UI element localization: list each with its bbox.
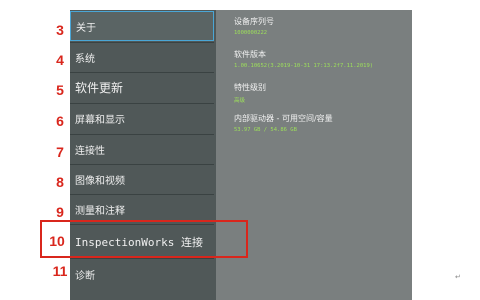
callout-3: 3 [56,22,64,38]
menu-item-label: 软件更新 [75,81,124,95]
about-details-panel: 设备序列号 1000000222 软件版本 1.00.10652(3.2019-… [216,10,412,300]
paragraph-mark: ↵ [455,273,461,281]
internal-drive-value: 53.97 GB / 54.86 GB [234,127,297,133]
menu-item-diagnostics[interactable]: 诊断 [70,258,214,290]
settings-menu: 关于 系统 软件更新 屏幕和显示 连接性 图像和视频 测量和注释 Inspect… [70,10,216,300]
menu-item-about[interactable]: 关于 [70,11,214,41]
menu-item-screen-display[interactable]: 屏幕和显示 [70,103,214,133]
menu-item-system[interactable]: 系统 [70,42,214,72]
callout-4: 4 [56,52,64,68]
feature-level-label: 特性级别 [234,83,266,92]
menu-item-label: 连接性 [75,146,105,157]
callout-11: 11 [52,263,68,279]
menu-item-label: 诊断 [75,271,95,282]
menu-item-label: InspectionWorks 连接 [75,235,203,249]
callout-7: 7 [56,144,64,160]
menu-item-connectivity[interactable]: 连接性 [70,134,214,164]
menu-item-label: 关于 [76,22,96,34]
software-version-value: 1.00.10652(3.2019-10-31 17:13.2f7.11.201… [234,63,374,69]
menu-item-measure-annotate[interactable]: 测量和注释 [70,194,214,224]
callout-10: 10 [49,233,65,249]
menu-item-inspectionworks-connect[interactable]: InspectionWorks 连接 [70,224,214,258]
callout-5: 5 [56,82,64,98]
internal-drive-label: 内部驱动器 - 可用空间/容量 [234,114,333,123]
menu-item-label: 测量和注释 [75,206,125,217]
callout-6: 6 [56,113,64,129]
callout-8: 8 [56,174,64,190]
serial-number-label: 设备序列号 [234,17,274,26]
menu-item-label: 系统 [75,54,95,65]
serial-number-value: 1000000222 [234,30,268,36]
menu-item-label: 屏幕和显示 [75,115,125,126]
menu-item-software-update[interactable]: 软件更新 [70,72,214,102]
callout-9: 9 [56,204,64,220]
menu-item-label: 图像和视频 [75,176,125,187]
feature-level-value: 高级 [234,98,246,104]
software-version-label: 软件版本 [234,50,266,59]
menu-item-image-video[interactable]: 图像和视频 [70,164,214,194]
